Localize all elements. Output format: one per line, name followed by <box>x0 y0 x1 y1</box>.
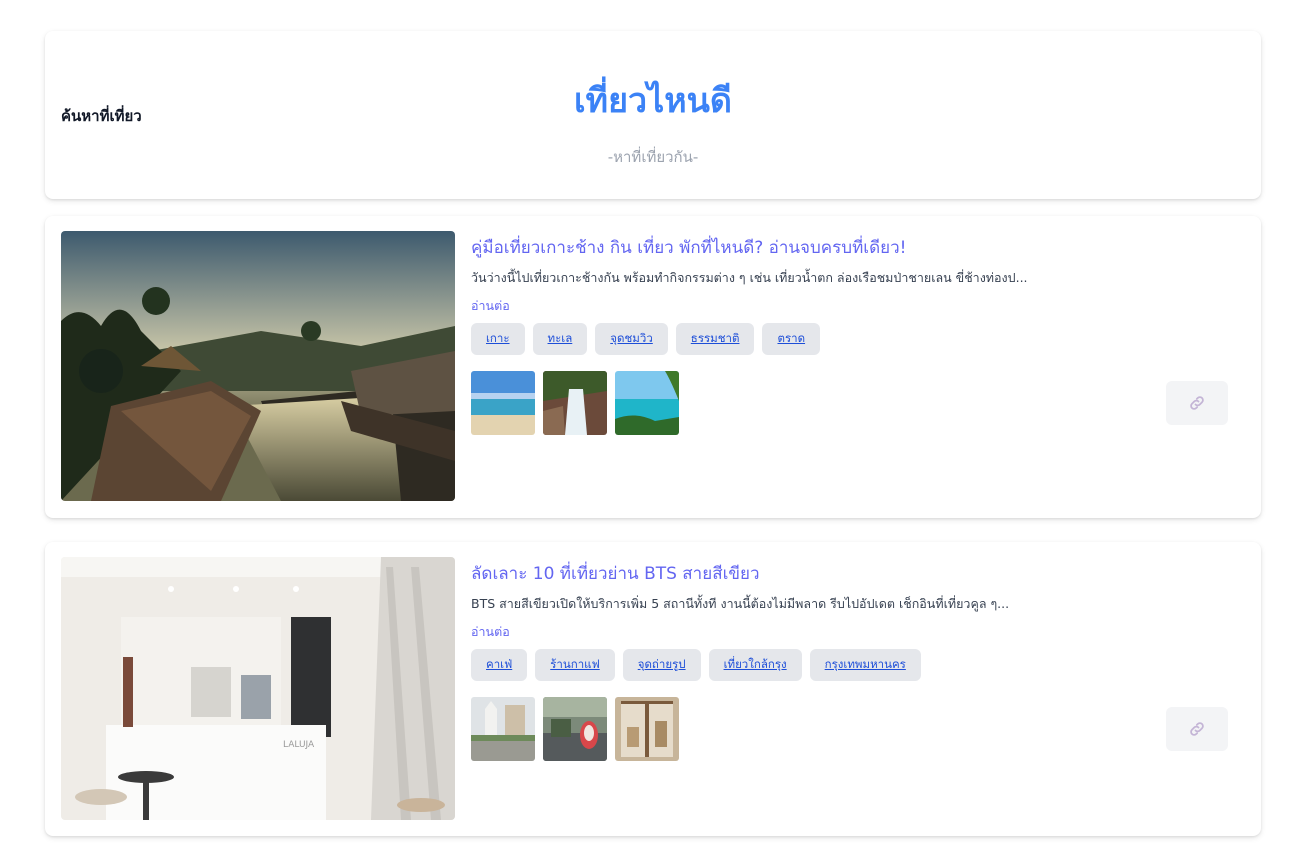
tag-photo-spot[interactable]: จุดถ่ายรูป <box>622 649 701 681</box>
cafe-sign-text: LALUJA <box>283 740 315 750</box>
copy-link-button[interactable] <box>1166 707 1228 751</box>
search-card: เที่ยวไหนดี ค้นหาที่เที่ยว <box>45 31 1261 199</box>
post-image-cafe[interactable]: LALUJA <box>61 557 455 820</box>
thumbnail-city-street[interactable] <box>471 697 535 761</box>
thumbnail-beach[interactable] <box>471 371 535 435</box>
post-excerpt: วันว่างนี้ไปเที่ยวเกาะช้างกัน พร้อมทำกิจ… <box>471 270 1028 285</box>
tag-trat[interactable]: ตราด <box>762 323 821 355</box>
post-title[interactable]: ลัดเลาะ 10 ที่เที่ยวย่าน BTS สายสีเขียว <box>471 560 760 587</box>
tag-list: คาเฟ่ ร้านกาแฟ จุดถ่ายรูป เที่ยวใกล้กรุง… <box>471 649 921 681</box>
read-more-link[interactable]: อ่านต่อ <box>471 296 510 316</box>
thumbnail-island-sea[interactable] <box>615 371 679 435</box>
post-card: คู่มือเที่ยวเกาะช้าง กิน เที่ยว พักที่ไห… <box>45 216 1261 518</box>
tag-viewpoint[interactable]: จุดชมวิว <box>595 323 668 355</box>
post-card: LALUJA ลัดเลาะ 10 ที่เที่ยวย่าน BTS สายส… <box>45 542 1261 836</box>
search-label: ค้นหาที่เที่ยว <box>61 107 142 125</box>
tag-island[interactable]: เกาะ <box>471 323 525 355</box>
tag-near-bangkok[interactable]: เที่ยวใกล้กรุง <box>708 649 802 681</box>
tag-sea[interactable]: ทะเล <box>532 323 588 355</box>
thumbnail-list <box>471 371 679 435</box>
thumbnail-cafe-shop[interactable] <box>615 697 679 761</box>
copy-link-button[interactable] <box>1166 381 1228 425</box>
page: เที่ยวไหนดี ค้นหาที่เที่ยว -หาที่เที่ยวก… <box>0 0 1316 858</box>
thumbnail-waterfall[interactable] <box>543 371 607 435</box>
tag-list: เกาะ ทะเล จุดชมวิว ธรรมชาติ ตราด <box>471 323 821 355</box>
link-icon <box>1190 396 1204 410</box>
tag-nature[interactable]: ธรรมชาติ <box>675 323 755 355</box>
link-icon <box>1190 722 1204 736</box>
post-title[interactable]: คู่มือเที่ยวเกาะช้าง กิน เที่ยว พักที่ไห… <box>471 234 906 261</box>
thumbnail-list <box>471 697 679 761</box>
tag-cafe[interactable]: คาเฟ่ <box>471 649 528 681</box>
post-image-resort[interactable] <box>61 231 455 501</box>
read-more-link[interactable]: อ่านต่อ <box>471 622 510 642</box>
post-excerpt: BTS สายสีเขียวเปิดให้บริการเพิ่ม 5 สถานี… <box>471 596 1010 611</box>
tag-coffee-shop[interactable]: ร้านกาแฟ <box>535 649 615 681</box>
site-title: เที่ยวไหนดี <box>574 81 732 121</box>
thumbnail-temple-decor[interactable] <box>543 697 607 761</box>
search-input[interactable] <box>61 141 1245 173</box>
tag-bangkok[interactable]: กรุงเทพมหานคร <box>809 649 921 681</box>
